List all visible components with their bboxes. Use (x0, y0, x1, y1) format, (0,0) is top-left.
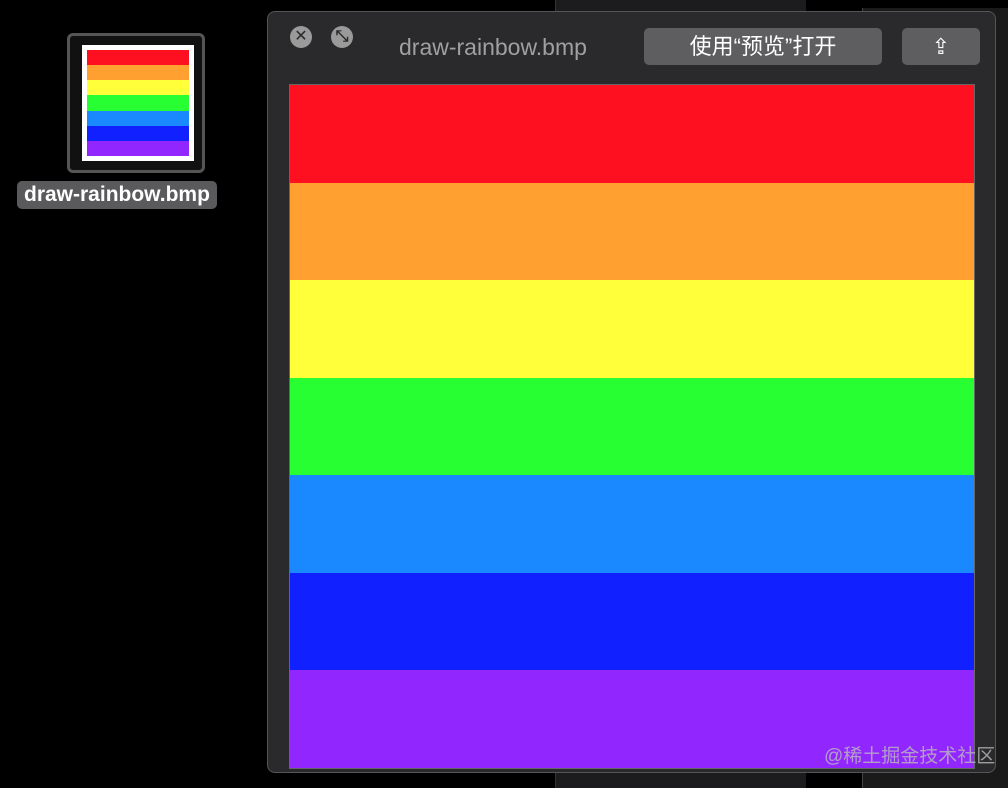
thumbnail (82, 45, 194, 161)
close-icon[interactable]: ✕ (290, 26, 312, 48)
window-title: draw-rainbow.bmp (399, 34, 587, 60)
rainbow-stripe (87, 95, 189, 111)
rainbow-stripe (87, 80, 189, 96)
rainbow-stripe (290, 475, 974, 573)
share-button[interactable]: ⇪ (902, 28, 980, 65)
image-preview (289, 84, 975, 769)
rainbow-stripe (87, 125, 189, 141)
rainbow-stripe (87, 140, 189, 156)
rainbow-stripe (87, 65, 189, 81)
rainbow-stripe (290, 85, 974, 183)
share-icon: ⇪ (931, 34, 951, 59)
watermark: @稀土掘金技术社区 (824, 746, 996, 767)
rainbow-stripe (290, 377, 974, 476)
rainbow-stripe (290, 182, 974, 281)
rainbow-stripe (290, 572, 974, 671)
rainbow-stripe (87, 110, 189, 126)
fullscreen-icon[interactable]: ⤡ (331, 26, 353, 48)
file-icon[interactable] (67, 33, 205, 173)
rainbow-stripe (290, 280, 974, 378)
file-name-label[interactable]: draw-rainbow.bmp (17, 181, 217, 209)
open-with-preview-button[interactable]: 使用“预览”打开 (644, 28, 882, 65)
rainbow-stripe (87, 50, 189, 66)
